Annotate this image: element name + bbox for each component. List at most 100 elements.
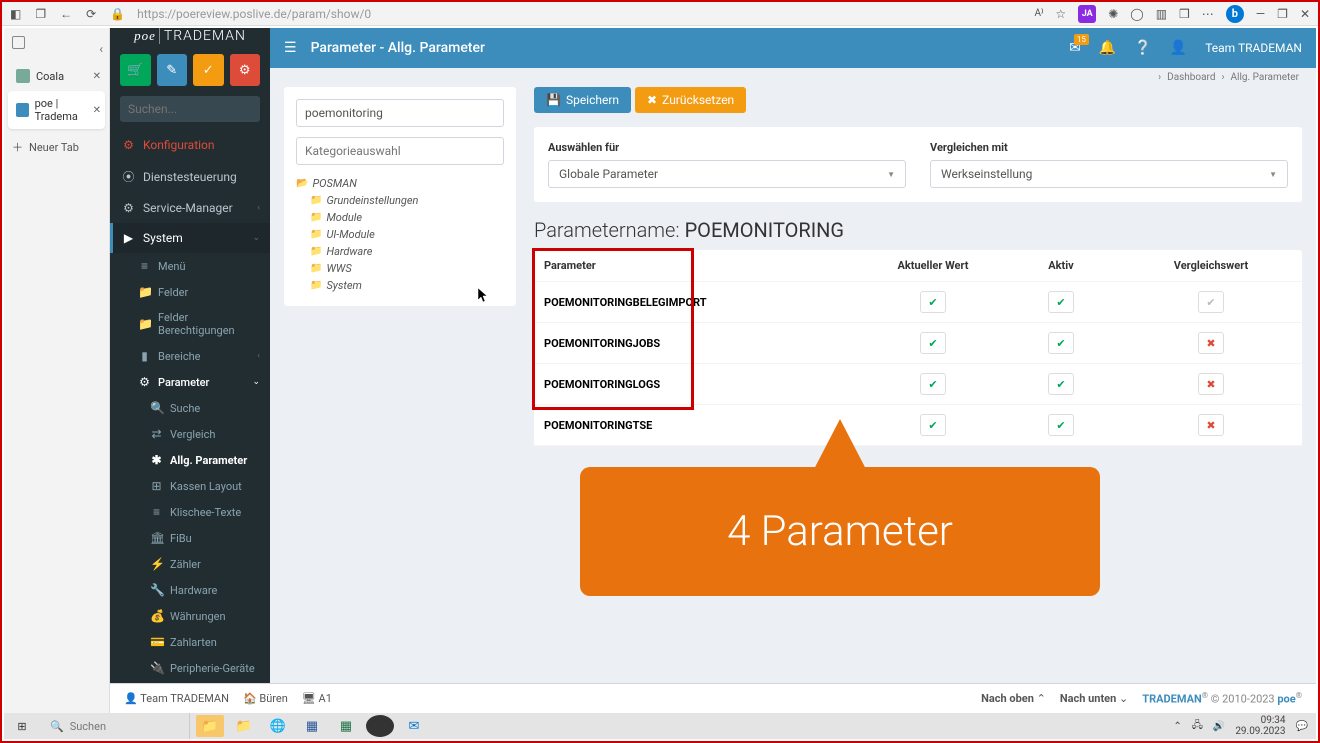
edit-button[interactable]: ✎ <box>157 54 188 86</box>
collections-icon[interactable]: ❐ <box>35 7 46 21</box>
nach-oben-link[interactable]: Nach oben ⌃ <box>981 692 1046 705</box>
filter-search-input[interactable] <box>296 99 504 127</box>
collections2-icon[interactable]: ❒ <box>1179 7 1190 21</box>
start-button[interactable]: ⊞ <box>4 720 40 733</box>
stats-button[interactable]: ✓ <box>193 54 224 86</box>
collapse-icon[interactable]: ‹ <box>99 42 103 56</box>
extension-icon[interactable]: ✺ <box>1108 7 1118 21</box>
reset-button[interactable]: ✖Zurücksetzen <box>635 87 746 113</box>
nav-felder[interactable]: 📁Felder <box>110 279 270 305</box>
nav-klischee[interactable]: ≡Klischee-Texte <box>110 499 270 525</box>
check-icon: ✖ <box>1198 373 1224 395</box>
tree-item[interactable]: 📁UI-Module <box>310 226 504 243</box>
nav-dienst[interactable]: ⦿Dienstesteuerung <box>110 160 270 193</box>
tree-item[interactable]: 📁Hardware <box>310 243 504 260</box>
reset-icon: ✖ <box>647 93 657 107</box>
save-button[interactable]: 💾Speichern <box>534 87 631 113</box>
split-icon[interactable]: ▥ <box>1156 7 1167 21</box>
tree-item[interactable]: 📁Grundeinstellungen <box>310 192 504 209</box>
sidebar-search[interactable]: 🔍 <box>120 96 260 122</box>
table-row[interactable]: POEMONITORINGLOGS✔✔✖ <box>534 364 1302 405</box>
maximize-icon[interactable]: ❐ <box>1277 7 1288 21</box>
nach-unten-link[interactable]: Nach unten ⌄ <box>1060 692 1128 705</box>
user-name[interactable]: Team TRADEMAN <box>1205 41 1302 55</box>
nav-zaehler[interactable]: ⚡Zähler <box>110 551 270 577</box>
bell-icon[interactable]: 🔔 <box>1099 40 1116 56</box>
bing-icon[interactable]: b <box>1226 5 1244 23</box>
refresh-icon[interactable]: ⟳ <box>86 7 96 21</box>
settings-button[interactable]: ⚙ <box>230 54 261 86</box>
nav-zahlarten[interactable]: 💳Zahlarten <box>110 629 270 655</box>
taskbar-app3[interactable]: ▦ <box>332 715 360 737</box>
check-icon: ✔ <box>1048 332 1074 354</box>
favorite-icon[interactable]: ☆ <box>1055 7 1066 21</box>
parameter-title: Parametername: POEMONITORING <box>534 218 1302 242</box>
nav-kassen-layout[interactable]: ⊞Kassen Layout <box>110 473 270 499</box>
taskbar-edge[interactable]: 🌐 <box>264 715 292 737</box>
url-bar[interactable]: https://poereview.poslive.de/param/show/… <box>137 7 1022 21</box>
nav-fibu[interactable]: 🏛FiBu <box>110 525 270 551</box>
nav-vergleich[interactable]: ⇄Vergleich <box>110 421 270 447</box>
nav-waehrungen[interactable]: 💰Währungen <box>110 603 270 629</box>
back-icon[interactable]: ← <box>60 7 72 21</box>
taskbar-search[interactable]: 🔍 Suchen <box>40 713 190 739</box>
mail-icon[interactable]: ✉15 <box>1069 40 1081 56</box>
tray-chevron-icon[interactable]: ⌃ <box>1173 721 1181 732</box>
tab-icon[interactable]: ◧ <box>10 7 21 21</box>
taskbar-outlook[interactable]: ✉ <box>400 715 428 737</box>
tray-sound-icon[interactable]: 🔊 <box>1213 721 1225 732</box>
close-tab-icon[interactable]: ✕ <box>93 71 101 82</box>
menu-icon[interactable]: ⋯ <box>1202 7 1214 21</box>
nav-konfiguration[interactable]: ⚙Konfiguration <box>110 130 270 160</box>
help-icon[interactable]: ❔ <box>1134 40 1151 56</box>
sidebar-search-input[interactable] <box>128 102 270 116</box>
tab-trademan[interactable]: poe | Tradema ✕ <box>8 91 105 129</box>
tree-item[interactable]: 📁Module <box>310 209 504 226</box>
read-aloud-icon[interactable]: A⁾ <box>1034 8 1043 19</box>
check-icon: ✔ <box>920 332 946 354</box>
user-icon[interactable]: 👤 <box>1170 40 1187 56</box>
chevron-down-icon: ▼ <box>887 170 895 179</box>
tray-net-icon[interactable]: 🖧 <box>1192 718 1203 735</box>
nav-felder-ber[interactable]: 📁Felder Berechtigungen <box>110 305 270 343</box>
taskbar-explorer[interactable]: 📁 <box>196 715 224 737</box>
sync-icon[interactable]: ◯ <box>1130 7 1143 21</box>
nav-menu[interactable]: ≡Menü <box>110 253 270 279</box>
close-window-icon[interactable]: ✕ <box>1300 7 1310 21</box>
taskbar-app2[interactable]: ▦ <box>298 715 326 737</box>
nav-service[interactable]: ⚙Service-Manager‹ <box>110 193 270 223</box>
nav-suche[interactable]: 🔍Suche <box>110 395 270 421</box>
minimize-icon[interactable]: ― <box>1256 7 1265 21</box>
close-tab-icon[interactable]: ✕ <box>93 105 101 116</box>
tree-item[interactable]: 📁System <box>310 277 504 294</box>
select-scope[interactable]: Globale Parameter▼ <box>548 160 906 188</box>
table-row[interactable]: POEMONITORINGBELEGIMPORT✔✔✔ <box>534 282 1302 323</box>
nav-allg-parameter[interactable]: ✱Allg. Parameter <box>110 447 270 473</box>
tree-item[interactable]: 📁WWS <box>310 260 504 277</box>
new-tab-button[interactable]: ＋ Neuer Tab <box>4 131 109 163</box>
cart-button[interactable]: 🛒 <box>120 54 151 86</box>
check-icon: ✔ <box>1048 414 1074 436</box>
filter-category-input[interactable] <box>296 137 504 165</box>
topbar: ☰ Parameter - Allg. Parameter ✉15 🔔 ❔ 👤 … <box>270 28 1316 68</box>
tree-root[interactable]: 📂POSMAN <box>296 175 504 192</box>
taskbar-app[interactable]: 📁 <box>230 715 258 737</box>
table-row[interactable]: POEMONITORINGJOBS✔✔✖ <box>534 323 1302 364</box>
tray-notif-icon[interactable]: 💬 <box>1296 721 1308 732</box>
check-icon: ✔ <box>920 414 946 436</box>
nav-parameter[interactable]: ⚙Parameter⌄ <box>110 369 270 395</box>
tabs-icon[interactable] <box>12 36 25 49</box>
tray-clock[interactable]: 09:34 29.09.2023 <box>1235 715 1285 737</box>
nav-peripherie[interactable]: 🔌Peripherie-Geräte <box>110 655 270 681</box>
tab-coala[interactable]: Coala ✕ <box>8 63 105 89</box>
windows-taskbar: ⊞ 🔍 Suchen 📁 📁 🌐 ▦ ▦ ● ✉ ⌃ 🖧 🔊 09:34 29.… <box>4 713 1316 739</box>
profile-badge[interactable]: JA <box>1078 5 1096 23</box>
select-compare[interactable]: Werkseinstellung▼ <box>930 160 1288 188</box>
check-icon: ✔ <box>920 291 946 313</box>
nav-bereiche[interactable]: ▮Bereiche‹ <box>110 343 270 369</box>
taskbar-app4[interactable]: ● <box>366 715 394 737</box>
menu-toggle-icon[interactable]: ☰ <box>284 40 297 56</box>
nav-hardware[interactable]: 🔧Hardware <box>110 577 270 603</box>
nav-system[interactable]: ▶System⌄ <box>110 223 270 253</box>
table-row[interactable]: POEMONITORINGTSE✔✔✖ <box>534 405 1302 446</box>
